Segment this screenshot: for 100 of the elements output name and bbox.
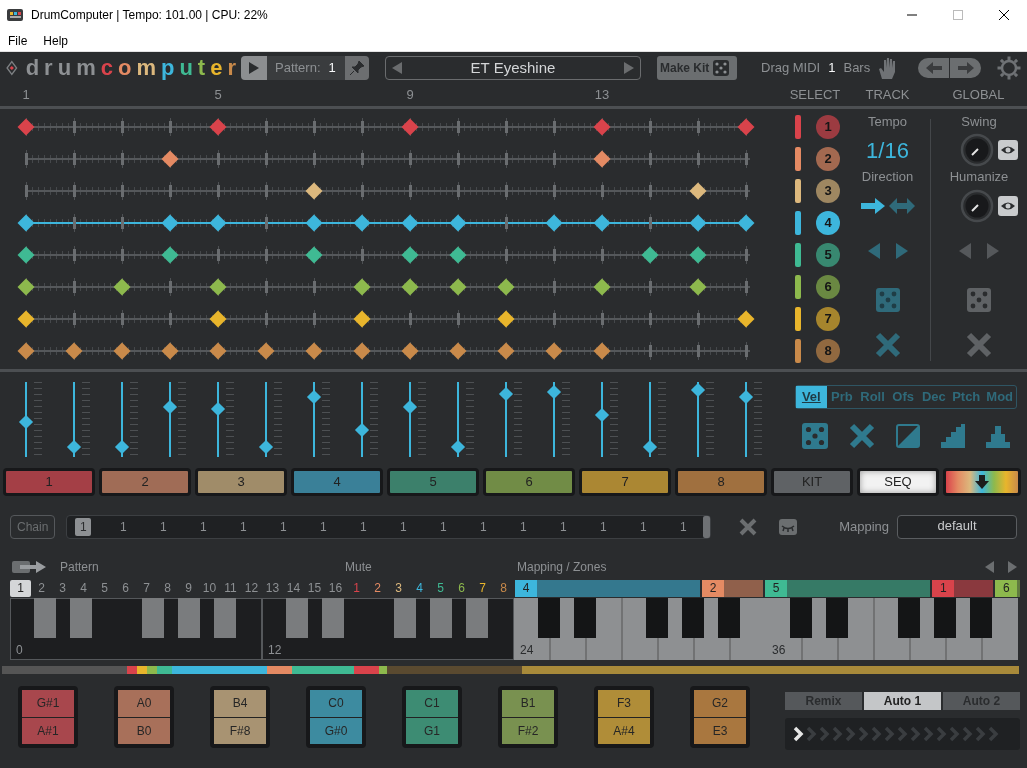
drum-pad[interactable]: C0 G#0: [306, 686, 366, 748]
step-tick[interactable]: [360, 121, 364, 133]
step-tick[interactable]: [696, 345, 700, 357]
drum-pad[interactable]: F3 A#4: [594, 686, 654, 748]
step-tick[interactable]: [312, 121, 316, 133]
view-tab[interactable]: KIT: [771, 468, 853, 496]
step-tick[interactable]: [552, 185, 556, 197]
track-tab[interactable]: 8: [675, 468, 767, 496]
arrow-box-icon[interactable]: [12, 560, 46, 574]
redo-button[interactable]: [950, 58, 981, 78]
chain-slot[interactable]: 1: [423, 518, 464, 536]
lane-tab[interactable]: Prb: [826, 386, 858, 408]
tempo-value[interactable]: 1/16: [866, 133, 909, 167]
zone-bar[interactable]: 1: [932, 579, 994, 597]
step-tick[interactable]: [504, 249, 508, 261]
chain-slot[interactable]: 1: [263, 518, 304, 536]
dice-icon[interactable]: [875, 288, 900, 312]
mapping-field[interactable]: default: [897, 515, 1017, 539]
chain-slot[interactable]: 1: [583, 518, 624, 536]
step-tick[interactable]: [168, 313, 172, 325]
triangle-left-icon[interactable]: [959, 243, 971, 259]
chain-slot[interactable]: 1: [223, 518, 264, 536]
half-filled-square-icon[interactable]: [895, 424, 920, 448]
lane-tab[interactable]: Roll: [857, 386, 888, 408]
dice-icon[interactable]: [967, 288, 991, 312]
step-tick[interactable]: [696, 121, 700, 133]
track-tab[interactable]: 5: [387, 468, 479, 496]
step-tick[interactable]: [696, 153, 700, 165]
settings-icon[interactable]: [997, 56, 1021, 80]
menu-item[interactable]: File: [0, 31, 36, 50]
step-tick[interactable]: [120, 185, 124, 197]
step-tick[interactable]: [264, 185, 268, 197]
step-tick[interactable]: [24, 153, 28, 165]
chain-slot[interactable]: 1: [183, 518, 224, 536]
menu-item[interactable]: Help: [35, 31, 77, 50]
step-tick[interactable]: [456, 153, 460, 165]
piano-keys-drawing[interactable]: [10, 598, 262, 660]
step-tick[interactable]: [72, 121, 76, 133]
step-tick[interactable]: [744, 281, 748, 293]
drum-pad[interactable]: G2 E3: [690, 686, 750, 748]
maximize-icon[interactable]: [953, 10, 963, 20]
step-tick[interactable]: [264, 217, 268, 229]
track-tab[interactable]: 3: [195, 468, 287, 496]
step-tick[interactable]: [408, 313, 412, 325]
step-tick[interactable]: [264, 153, 268, 165]
chain-slot[interactable]: 1: [383, 518, 424, 536]
step-tick[interactable]: [312, 313, 316, 325]
zone-bar[interactable]: 4: [515, 579, 700, 597]
chain-slot[interactable]: 1: [463, 518, 504, 536]
chain-slot[interactable]: 1: [503, 518, 544, 536]
chain-slot[interactable]: 1: [623, 518, 664, 536]
step-tick[interactable]: [168, 121, 172, 133]
track-select-button[interactable]: 2: [816, 147, 840, 171]
step-tick[interactable]: [72, 249, 76, 261]
step-tick[interactable]: [744, 153, 748, 165]
piano-keys-drawing[interactable]: [514, 598, 766, 660]
lane-tab[interactable]: Mod: [983, 386, 1016, 408]
step-tick[interactable]: [552, 281, 556, 293]
track-select-button[interactable]: 6: [816, 275, 840, 299]
step-tick[interactable]: [216, 153, 220, 165]
pattern-key[interactable]: 10: [199, 579, 220, 597]
pattern-key[interactable]: 7: [136, 579, 157, 597]
step-tick[interactable]: [264, 281, 268, 293]
pin-button[interactable]: [345, 56, 369, 80]
step-tick[interactable]: [120, 313, 124, 325]
step-tick[interactable]: [120, 121, 124, 133]
step-tick[interactable]: [264, 249, 268, 261]
lane-tab[interactable]: Ofs: [887, 386, 919, 408]
track-tab[interactable]: 2: [99, 468, 191, 496]
eye-icon[interactable]: [998, 196, 1018, 216]
step-tick[interactable]: [360, 249, 364, 261]
undo-button[interactable]: [918, 58, 949, 78]
step-tick[interactable]: [168, 185, 172, 197]
auto-tab[interactable]: Auto 1: [864, 692, 941, 710]
bars-value[interactable]: 1: [828, 58, 836, 78]
mute-key[interactable]: 1: [346, 579, 367, 597]
step-tick[interactable]: [648, 217, 652, 229]
make-kit-button[interactable]: Make Kit: [657, 56, 737, 80]
step-tick[interactable]: [264, 121, 268, 133]
arrow-right-icon[interactable]: [860, 198, 885, 214]
pattern-number[interactable]: 1: [328, 58, 345, 78]
chain-slot[interactable]: 1: [103, 518, 144, 536]
pattern-key[interactable]: 1: [10, 579, 31, 597]
lane-tab[interactable]: Vel: [796, 386, 827, 408]
chain-button[interactable]: Chain: [10, 515, 56, 539]
step-tick[interactable]: [312, 281, 316, 293]
track-tab[interactable]: 4: [291, 468, 383, 496]
track-select-button[interactable]: 8: [816, 339, 840, 363]
step-tick[interactable]: [648, 313, 652, 325]
step-tick[interactable]: [552, 313, 556, 325]
piano-keys-drawing[interactable]: [766, 598, 1018, 660]
step-tick[interactable]: [648, 153, 652, 165]
step-tick[interactable]: [216, 249, 220, 261]
track-select-button[interactable]: 3: [816, 179, 840, 203]
track-tab[interactable]: 7: [579, 468, 671, 496]
drum-pad[interactable]: G#1 A#1: [18, 686, 78, 748]
palette-button[interactable]: [943, 468, 1021, 496]
step-tick[interactable]: [408, 153, 412, 165]
track-tab[interactable]: 6: [483, 468, 575, 496]
scroll-handle[interactable]: [703, 516, 711, 538]
